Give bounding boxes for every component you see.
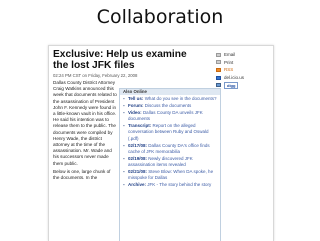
bullet-icon: ▪ [123,142,125,148]
digg-icon [216,83,221,88]
bullet-icon: ▪ [123,103,125,108]
rss-label: RSS [224,67,234,73]
email-label: Email [224,52,236,58]
also-online-item[interactable]: ▪ 02/17/08: Dallas County DA's office fin… [123,143,218,155]
print-icon [216,60,221,65]
email-icon [216,52,221,57]
digg-label: digg [224,81,239,89]
bullet-icon: ▪ [123,169,125,175]
bullet-icon: ▪ [123,96,125,101]
rss-link[interactable]: RSS [216,66,270,74]
bullet-icon: ▪ [123,182,125,188]
article-paragraph: Dallas County District Attorney Craig Wa… [53,80,117,166]
also-online-box: Also Online ▪ Tell us: What do you see in… [119,88,221,241]
also-online-item[interactable]: ▪ 02/19/08: Newly discovered JFK assassin… [123,156,218,168]
rss-icon [216,67,221,72]
webpage-screenshot: Exclusive: Help us examine the lost JFK … [48,45,274,241]
article-dateline: 02:24 PM CST on Friday, February 22, 200… [53,73,138,78]
digg-link[interactable]: digg [216,81,270,89]
bullet-icon: ▪ [123,123,125,129]
item-prefix: 02/17/08: [128,142,148,148]
item-prefix: Video: [128,110,142,115]
article-body: Dallas County District Attorney Craig Wa… [53,80,117,183]
also-online-item[interactable]: ▪ Tell us: What do you see in the documen… [123,96,218,102]
item-text: What do you see in the documents? [144,96,217,101]
item-prefix: 02/21/08: [128,169,148,175]
delicious-icon [216,75,221,80]
item-text: JFK - The story behind the story [147,182,212,188]
share-tools: Email Print RSS del.icio.us digg [216,51,270,89]
article-headline: Exclusive: Help us examine the lost JFK … [53,49,187,71]
item-prefix: 02/19/08: [128,155,148,161]
also-online-item[interactable]: ▪ Video: Dallas County DA unveils JFK doc… [123,110,218,122]
slide-title: Collaboration [96,6,224,28]
also-online-list: ▪ Tell us: What do you see in the documen… [120,95,220,188]
article-paragraph: Below is one, large chunk of the documen… [53,168,111,181]
item-text: Discuss the documents [144,103,192,108]
item-prefix: Transcript: [128,123,152,129]
item-prefix: Tell us: [128,96,144,101]
bullet-icon: ▪ [123,110,125,115]
also-online-item[interactable]: ▪ Archive: JFK - The story behind the sto… [123,182,218,188]
also-online-item[interactable]: ▪ Transcript: Report on the alleged conve… [123,123,218,142]
item-prefix: Forum: [128,103,144,108]
email-link[interactable]: Email [216,51,270,59]
also-online-item[interactable]: ▪ Forum: Discuss the documents [123,103,218,109]
also-online-item[interactable]: ▪ 02/21/08: Steve Blow: When DA spoke, he… [123,169,218,181]
item-prefix: Archive: [128,182,147,188]
bullet-icon: ▪ [123,155,125,161]
delicious-label: del.icio.us [224,75,245,81]
print-link[interactable]: Print [216,59,270,67]
print-label: Print [224,59,234,65]
delicious-link[interactable]: del.icio.us [216,74,270,82]
